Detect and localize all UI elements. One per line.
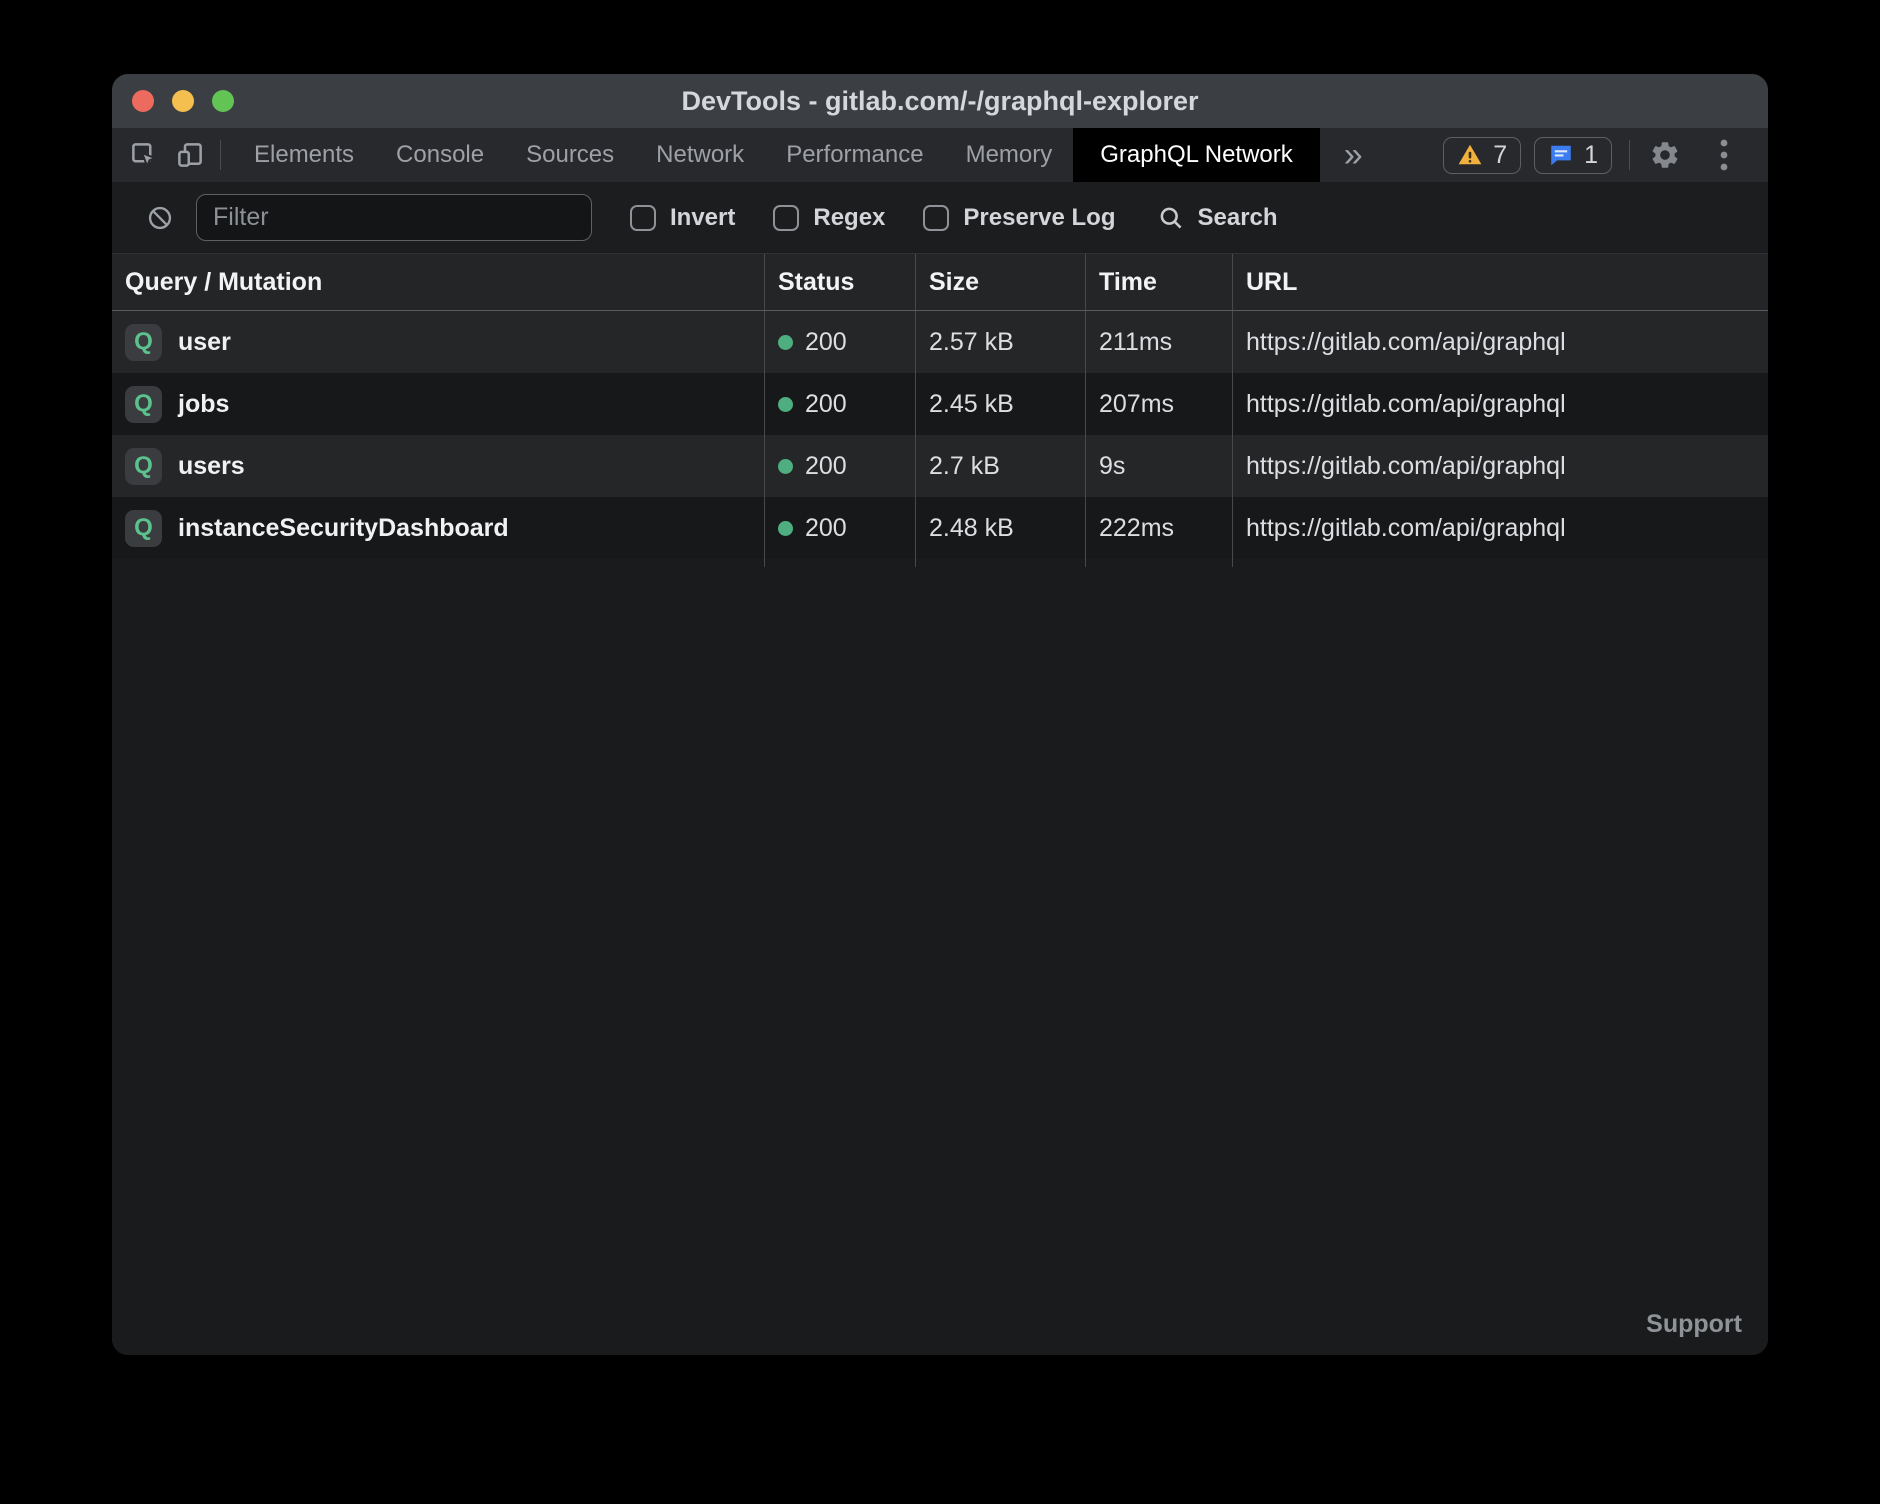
table-row-jobs[interactable]: Q jobs 200 2.45 kB 207ms https://gitlab.… <box>112 373 1768 435</box>
settings-gear-icon[interactable] <box>1647 137 1683 173</box>
query-type-badge: Q <box>125 510 162 547</box>
devtools-tabbar: ElementsConsoleSourcesNetworkPerformance… <box>112 128 1768 182</box>
message-icon <box>1548 142 1574 168</box>
table-header: Query / Mutation Status Size Time URL <box>112 254 1768 311</box>
filter-input[interactable] <box>196 194 592 241</box>
status-ok-dot <box>778 335 793 350</box>
filter-checkboxes: Invert Regex Preserve Log <box>592 204 1115 232</box>
query-type-badge: Q <box>125 324 162 361</box>
table-row-instanceSecurityDashboard[interactable]: Q instanceSecurityDashboard 200 2.48 kB … <box>112 497 1768 559</box>
messages-badge[interactable]: 1 <box>1534 137 1612 174</box>
table-row-user[interactable]: Q user 200 2.57 kB 211ms https://gitlab.… <box>112 311 1768 373</box>
more-tabs-chevron-icon[interactable]: » <box>1320 128 1387 182</box>
toolbar-divider <box>220 140 221 170</box>
tab-console[interactable]: Console <box>375 128 505 182</box>
checkbox-regex[interactable]: Regex <box>773 204 885 232</box>
query-type-badge: Q <box>125 386 162 423</box>
url-cell: https://gitlab.com/api/graphql <box>1232 373 1768 435</box>
column-header-query[interactable]: Query / Mutation <box>112 254 764 310</box>
time-cell: 207ms <box>1085 373 1232 435</box>
panel-tabs: ElementsConsoleSourcesNetworkPerformance… <box>233 128 1320 182</box>
zoom-button[interactable] <box>212 90 234 112</box>
checkbox-box[interactable] <box>773 205 799 231</box>
tabbar-right-group: 7 1 <box>1443 137 1768 174</box>
url-cell: https://gitlab.com/api/graphql <box>1232 497 1768 559</box>
tab-memory[interactable]: Memory <box>945 128 1074 182</box>
time-cell: 9s <box>1085 435 1232 497</box>
titlebar: DevTools - gitlab.com/-/graphql-explorer <box>112 74 1768 128</box>
search-group[interactable]: Search <box>1157 204 1277 232</box>
status-ok-dot <box>778 459 793 474</box>
traffic-lights <box>132 74 234 128</box>
column-header-status[interactable]: Status <box>764 254 915 310</box>
support-link[interactable]: Support <box>1646 1310 1742 1339</box>
window-title: DevTools - gitlab.com/-/graphql-explorer <box>112 86 1768 117</box>
time-cell: 222ms <box>1085 497 1232 559</box>
status-code: 200 <box>805 328 847 357</box>
checkbox-box[interactable] <box>630 205 656 231</box>
query-name: user <box>178 328 231 357</box>
devtools-window: DevTools - gitlab.com/-/graphql-explorer… <box>112 74 1768 1355</box>
inspect-element-icon[interactable] <box>126 137 162 173</box>
tab-performance[interactable]: Performance <box>765 128 944 182</box>
clear-block-icon[interactable] <box>142 200 178 236</box>
size-cell: 2.57 kB <box>915 311 1085 373</box>
tab-sources[interactable]: Sources <box>505 128 635 182</box>
query-name: jobs <box>178 390 229 419</box>
table-body: Q user 200 2.57 kB 211ms https://gitlab.… <box>112 311 1768 1355</box>
time-cell: 211ms <box>1085 311 1232 373</box>
close-button[interactable] <box>132 90 154 112</box>
status-ok-dot <box>778 521 793 536</box>
checkbox-invert[interactable]: Invert <box>630 204 735 232</box>
column-header-url[interactable]: URL <box>1232 254 1768 310</box>
checkbox-box[interactable] <box>923 205 949 231</box>
query-type-badge: Q <box>125 448 162 485</box>
warnings-badge[interactable]: 7 <box>1443 137 1521 174</box>
status-code: 200 <box>805 514 847 543</box>
messages-count: 1 <box>1584 141 1598 170</box>
search-icon <box>1157 204 1185 232</box>
column-divider-stub <box>112 559 1768 567</box>
search-label: Search <box>1197 204 1277 232</box>
badges-divider <box>1629 140 1630 170</box>
tab-network[interactable]: Network <box>635 128 765 182</box>
warnings-count: 7 <box>1493 141 1507 170</box>
status-code: 200 <box>805 390 847 419</box>
status-code: 200 <box>805 452 847 481</box>
tab-elements[interactable]: Elements <box>233 128 375 182</box>
table-row-users[interactable]: Q users 200 2.7 kB 9s https://gitlab.com… <box>112 435 1768 497</box>
minimize-button[interactable] <box>172 90 194 112</box>
url-cell: https://gitlab.com/api/graphql <box>1232 311 1768 373</box>
size-cell: 2.48 kB <box>915 497 1085 559</box>
filter-toolbar: Invert Regex Preserve Log Search <box>112 182 1768 254</box>
column-header-size[interactable]: Size <box>915 254 1085 310</box>
query-name: instanceSecurityDashboard <box>178 514 509 543</box>
warning-icon <box>1457 142 1483 168</box>
device-toolbar-icon[interactable] <box>172 137 208 173</box>
size-cell: 2.45 kB <box>915 373 1085 435</box>
query-name: users <box>178 452 245 481</box>
checkbox-preserve-log[interactable]: Preserve Log <box>923 204 1115 232</box>
url-cell: https://gitlab.com/api/graphql <box>1232 435 1768 497</box>
status-ok-dot <box>778 397 793 412</box>
kebab-menu-icon[interactable] <box>1706 137 1742 173</box>
size-cell: 2.7 kB <box>915 435 1085 497</box>
tab-graphql-network[interactable]: GraphQL Network <box>1073 128 1320 182</box>
column-header-time[interactable]: Time <box>1085 254 1232 310</box>
